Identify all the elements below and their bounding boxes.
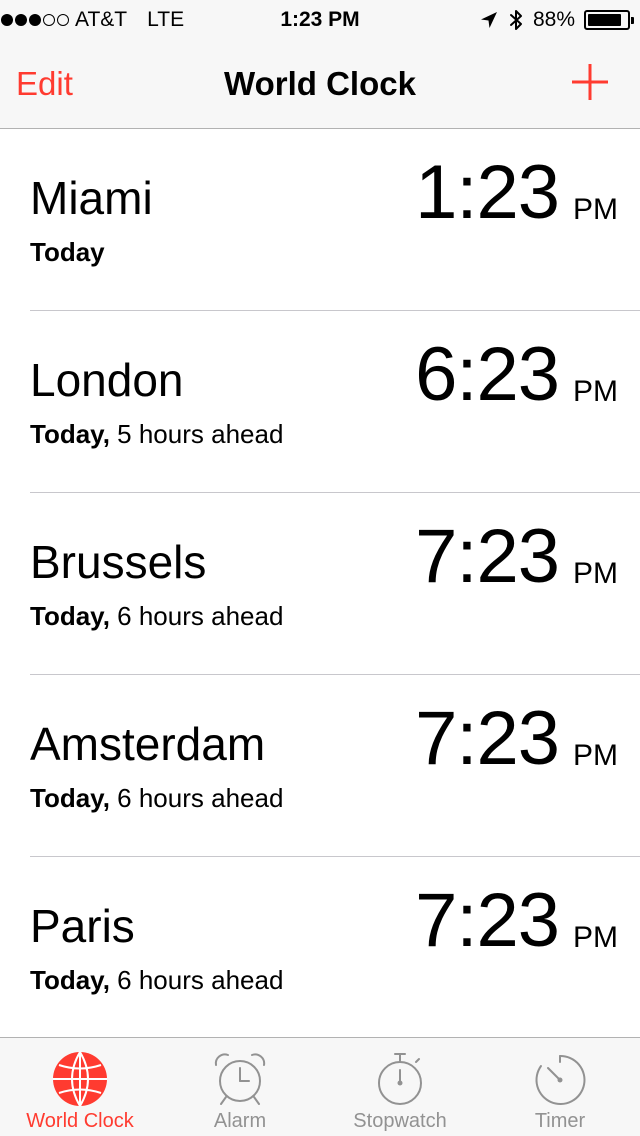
am-pm-label: PM (573, 193, 618, 226)
signal-strength-icon (1, 14, 69, 26)
clock-row[interactable]: London Today, 5 hours ahead 6:23 PM (0, 311, 640, 493)
clock-time-group: 7:23 PM (415, 517, 618, 597)
day-label: Today (30, 237, 105, 267)
day-offset: Today, 5 hours ahead (30, 417, 283, 451)
city-name: Amsterdam (30, 718, 266, 770)
tab-label: Stopwatch (353, 1110, 447, 1132)
clock-time: 6:23 (415, 332, 560, 417)
day-offset: Today, 6 hours ahead (30, 781, 283, 815)
carrier-name: AT&T (75, 8, 128, 31)
am-pm-label: PM (573, 557, 618, 590)
clock-time: 7:23 (415, 878, 560, 963)
offset-label: 6 hours ahead (109, 965, 284, 995)
clock-time: 7:23 (415, 696, 560, 781)
offset-label: 6 hours ahead (109, 783, 284, 813)
status-bar: AT&T LTE 1:23 PM 88% (0, 0, 640, 40)
status-left: AT&T LTE (0, 0, 184, 40)
tab-label: Timer (534, 1110, 586, 1132)
offset-label: 6 hours ahead (109, 601, 284, 631)
tab-bar: World Clock Alarm Stopwatch Timer (0, 1037, 640, 1136)
signal-dot-empty (43, 14, 55, 26)
edit-button[interactable]: Edit (16, 40, 73, 128)
top-chrome: AT&T LTE 1:23 PM 88% Edit World Clock (0, 0, 640, 129)
signal-dot-empty (57, 14, 69, 26)
navigation-bar: Edit World Clock (0, 40, 640, 128)
clock-time-group: 6:23 PM (415, 335, 618, 415)
tab-alarm[interactable]: Alarm (160, 1038, 320, 1136)
day-offset: Today, 6 hours ahead (30, 599, 283, 633)
tab-world-clock[interactable]: World Clock (0, 1038, 160, 1136)
stopwatch-icon (378, 1053, 422, 1105)
signal-dot-filled (15, 14, 27, 26)
day-offset: Today (30, 235, 105, 269)
page-title: World Clock (224, 65, 416, 102)
alarm-clock-icon (214, 1053, 266, 1105)
clock-time-group: 7:23 PM (415, 881, 618, 961)
status-right: 88% (479, 0, 634, 40)
tab-stopwatch[interactable]: Stopwatch (320, 1038, 480, 1136)
day-offset: Today, 6 hours ahead (30, 963, 283, 997)
world-clock-list: Miami Today 1:23 PM London Today, 5 hour… (0, 129, 640, 1039)
plus-icon[interactable] (570, 62, 610, 102)
day-label: Today, (30, 601, 110, 631)
clock-time-group: 7:23 PM (415, 699, 618, 779)
bluetooth-icon (509, 10, 522, 30)
signal-dot-filled (29, 14, 41, 26)
clock-row[interactable]: Paris Today, 6 hours ahead 7:23 PM (0, 857, 640, 1039)
clock-time: 7:23 (415, 514, 560, 599)
city-name: London (30, 354, 184, 406)
clock-row[interactable]: Miami Today 1:23 PM (0, 129, 640, 311)
clock-row[interactable]: Amsterdam Today, 6 hours ahead 7:23 PM (0, 675, 640, 857)
signal-dot-filled (1, 14, 13, 26)
offset-label: 5 hours ahead (109, 419, 284, 449)
timer-icon (535, 1054, 586, 1105)
city-name: Paris (30, 900, 135, 952)
am-pm-label: PM (573, 375, 618, 408)
clock-row[interactable]: Brussels Today, 6 hours ahead 7:23 PM (0, 493, 640, 675)
tab-label: World Clock (26, 1110, 134, 1132)
day-label: Today, (30, 965, 110, 995)
battery-level-fill (588, 14, 622, 26)
day-label: Today, (30, 419, 110, 449)
city-name: Brussels (30, 536, 207, 588)
city-name: Miami (30, 172, 153, 224)
tab-label: Alarm (213, 1110, 267, 1132)
clock-time-group: 1:23 PM (415, 153, 618, 233)
location-arrow-icon (480, 12, 497, 28)
network-type: LTE (147, 8, 185, 31)
am-pm-label: PM (573, 921, 618, 954)
battery-icon (584, 10, 634, 30)
day-label: Today, (30, 783, 110, 813)
tab-timer[interactable]: Timer (480, 1038, 640, 1136)
globe-icon (53, 1051, 107, 1107)
battery-percent: 88% (532, 8, 575, 31)
clock-time: 1:23 (415, 150, 560, 235)
am-pm-label: PM (573, 739, 618, 772)
